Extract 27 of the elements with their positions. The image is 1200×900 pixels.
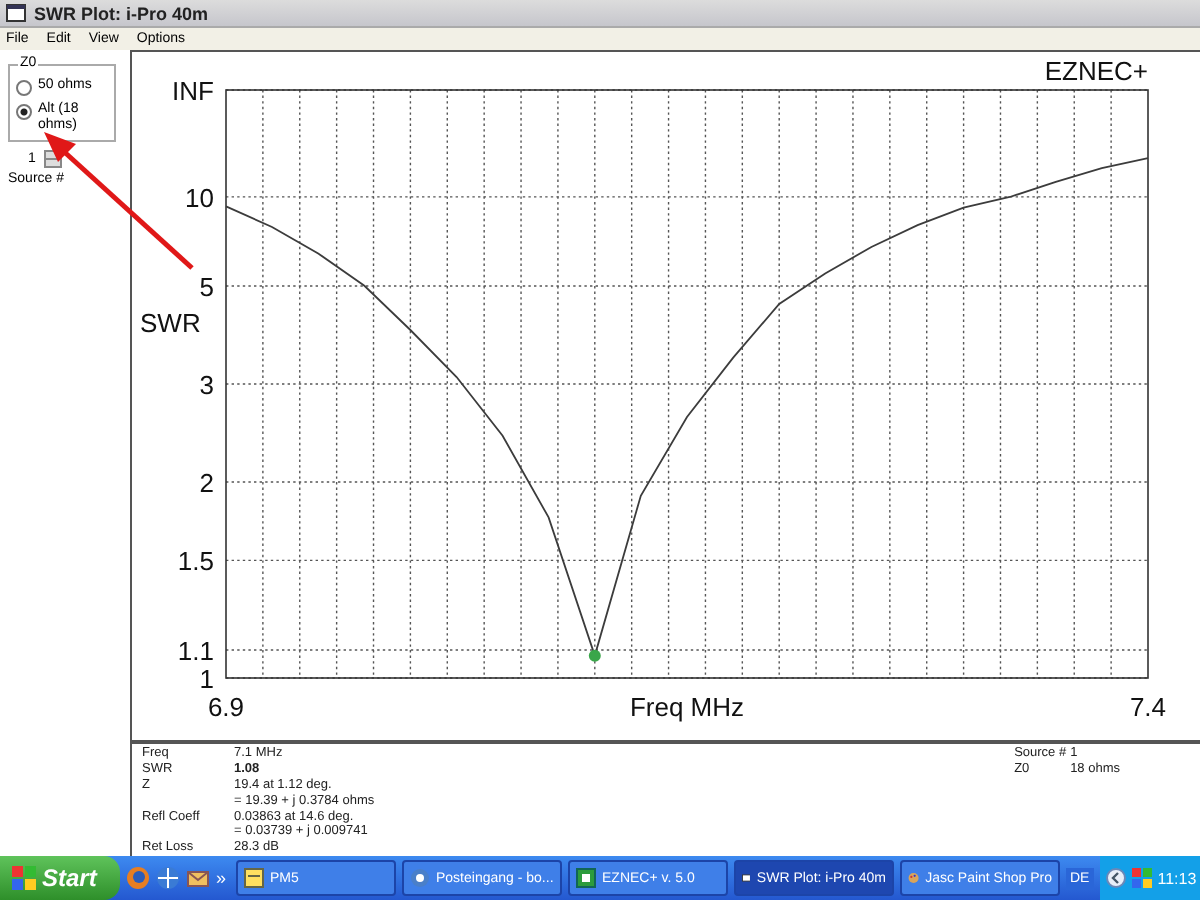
axis-tick-label: 5 <box>199 272 214 302</box>
windows-flag-icon <box>12 866 36 890</box>
window-title: SWR Plot: i-Pro 40m <box>34 3 209 23</box>
windows-flag-icon[interactable] <box>1131 868 1152 888</box>
envelope-icon[interactable] <box>186 866 210 890</box>
palette-icon <box>908 868 920 888</box>
axis-tick-label: 3 <box>199 370 214 400</box>
axis-tick-label: 1.5 <box>177 546 214 577</box>
more-chevron[interactable]: » <box>216 868 227 888</box>
axis-tick-label: 6.9 <box>207 692 245 722</box>
radio-button[interactable] <box>16 104 32 120</box>
axis-tick-label: 10 <box>185 182 214 213</box>
axis-tick-label: INF <box>172 76 214 106</box>
axis-tick-label: 7.4 <box>1129 692 1167 722</box>
notepad-icon <box>244 868 264 888</box>
axis-tick-label: 1.1 <box>177 636 214 666</box>
clock: 11:13 <box>1157 869 1197 887</box>
app-icon <box>576 868 596 888</box>
radio-button[interactable] <box>16 80 32 96</box>
x-axis-title: Freq MHz <box>629 692 745 722</box>
window-icon <box>6 4 26 22</box>
chevron-icon[interactable] <box>1105 868 1126 888</box>
axis-tick-label: 1 <box>199 664 214 694</box>
brand-label: EZNEC+ <box>1044 56 1148 86</box>
y-axis-title: SWR <box>140 308 201 338</box>
axis-tick-label: 2 <box>199 468 214 498</box>
window-icon <box>742 868 751 888</box>
